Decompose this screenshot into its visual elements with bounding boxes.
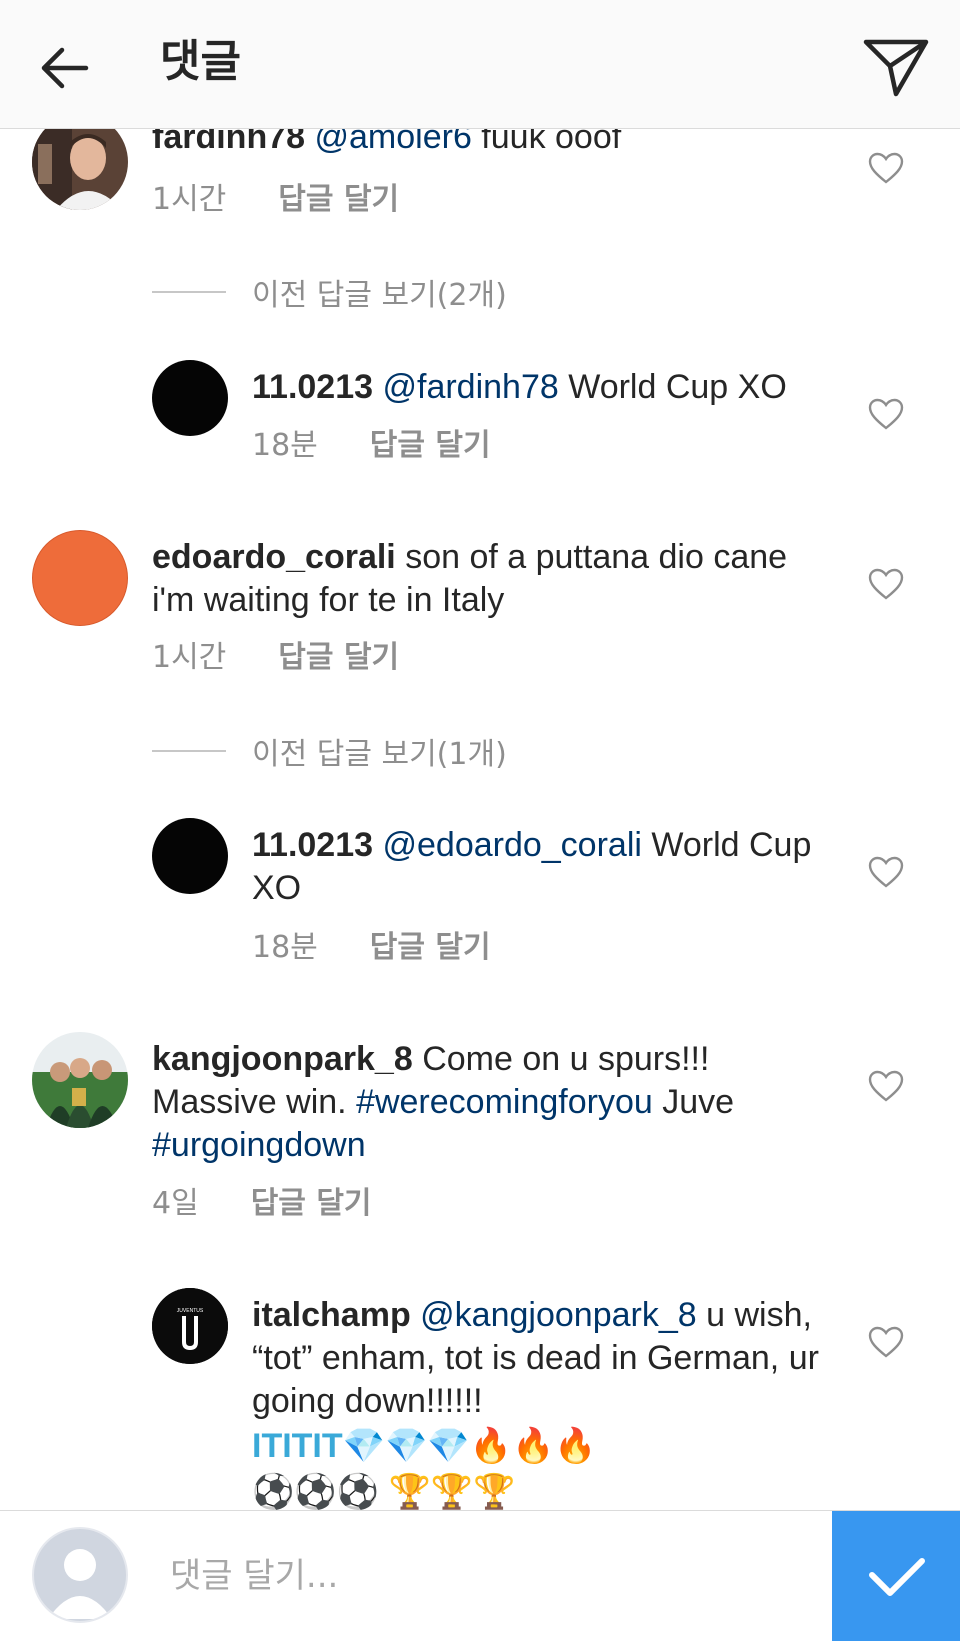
comment-body: Juve [652, 1083, 735, 1121]
juventus-logo-icon: JUVENTUS [152, 1288, 228, 1364]
checkmark-icon [869, 1558, 925, 1596]
comment-text: edoardo_corali son of a puttana dio cane… [152, 536, 832, 622]
comment-meta: 1시간 답글 달기 [152, 182, 399, 218]
reply-button[interactable]: 답글 달기 [278, 640, 399, 675]
comment-time: 1시간 [152, 182, 227, 217]
arrow-left-icon[interactable] [36, 40, 92, 96]
like-heart-icon[interactable] [868, 568, 904, 600]
avatar[interactable] [152, 360, 228, 436]
avatar[interactable] [152, 818, 228, 894]
user-photo-icon [32, 1032, 128, 1128]
like-heart-icon[interactable] [868, 1070, 904, 1102]
like-heart-icon[interactable] [868, 856, 904, 888]
emoji-line: ⚽⚽⚽ 🏆🏆🏆 [252, 1473, 516, 1510]
view-previous-label: 이전 답글 보기(1개) [252, 737, 507, 772]
reply-time: 18분 [252, 428, 318, 463]
view-previous-replies[interactable]: 이전 답글 보기(1개) [152, 733, 507, 772]
comment-username[interactable]: kangjoonpark_8 [152, 1040, 413, 1078]
emoji-line: ITITIT💎💎💎🔥🔥🔥 [252, 1427, 597, 1465]
like-heart-icon[interactable] [868, 1326, 904, 1358]
avatar[interactable] [32, 530, 128, 626]
comment-composer [0, 1510, 960, 1641]
mention-link[interactable]: @edoardo_corali [382, 826, 641, 864]
avatar [32, 1527, 128, 1623]
like-heart-icon[interactable] [868, 398, 904, 430]
svg-text:JUVENTUS: JUVENTUS [177, 1308, 204, 1314]
page-title: 댓글 [160, 36, 241, 87]
divider-line [152, 750, 226, 752]
comment-meta: 1시간 답글 달기 [152, 640, 399, 676]
reply-username[interactable]: italchamp [252, 1296, 411, 1334]
mention-link[interactable]: @kangjoonpark_8 [420, 1296, 696, 1334]
reply-text: 11.0213 @fardinh78 World Cup XO [252, 366, 842, 409]
comment-input[interactable] [168, 1547, 812, 1605]
view-previous-replies[interactable]: 이전 답글 보기(2개) [152, 274, 507, 313]
post-button[interactable] [832, 1511, 960, 1641]
avatar[interactable]: JUVENTUS [152, 1288, 228, 1364]
reply-button[interactable]: 답글 달기 [278, 182, 399, 217]
reply-button[interactable]: 답글 달기 [370, 428, 491, 463]
reply-username[interactable]: 11.0213 [252, 368, 373, 406]
divider-line [152, 291, 226, 293]
reply-time: 18분 [252, 930, 318, 965]
reply-text: 11.0213 @edoardo_corali World Cup XO [252, 824, 842, 910]
reply-body: World Cup XO [558, 368, 787, 406]
reply-meta: 18분 답글 달기 [252, 930, 491, 966]
paper-plane-icon[interactable] [860, 32, 932, 104]
reply-button[interactable]: 답글 달기 [251, 1186, 372, 1221]
view-previous-label: 이전 답글 보기(2개) [252, 278, 507, 313]
hashtag-link[interactable]: #werecomingforyou [356, 1083, 653, 1121]
reply-button[interactable]: 답글 달기 [370, 930, 491, 965]
comment-meta: 4일 답글 달기 [152, 1186, 372, 1222]
reply-text: italchamp @kangjoonpark_8 u wish, “tot” … [252, 1294, 842, 1423]
mention-link[interactable]: @fardinh78 [382, 368, 558, 406]
like-heart-icon[interactable] [868, 152, 904, 184]
comment-username[interactable]: edoardo_corali [152, 538, 396, 576]
reply-meta: 18분 답글 달기 [252, 428, 491, 464]
header-bar: 댓글 [0, 0, 960, 129]
avatar[interactable] [32, 1032, 128, 1128]
comment-time: 4일 [152, 1186, 199, 1221]
comment-time: 1시간 [152, 640, 227, 675]
default-user-icon [48, 1549, 112, 1619]
reply-username[interactable]: 11.0213 [252, 826, 373, 864]
hashtag-link[interactable]: #urgoingdown [152, 1126, 366, 1164]
comment-text: kangjoonpark_8 Come on u spurs!!! Massiv… [152, 1038, 832, 1167]
comments-feed[interactable]: fardinh78 @amoler6 fuuk ooof 1시간 답글 달기 이전… [0, 0, 960, 1510]
